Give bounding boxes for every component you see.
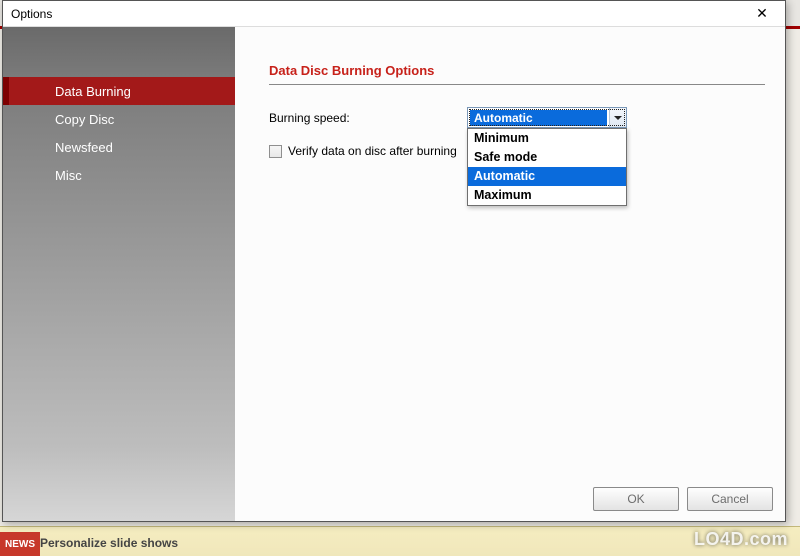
dropdown-item-minimum[interactable]: Minimum bbox=[468, 129, 626, 148]
verify-checkbox[interactable] bbox=[269, 145, 282, 158]
titlebar[interactable]: Options ✕ bbox=[3, 1, 785, 27]
window-body: Data Burning Copy Disc Newsfeed Misc Dat… bbox=[3, 27, 785, 521]
sidebar-item-misc[interactable]: Misc bbox=[3, 161, 235, 189]
sidebar-item-label: Data Burning bbox=[55, 84, 131, 99]
sidebar-item-label: Copy Disc bbox=[55, 112, 114, 127]
combo-dropdown-button[interactable] bbox=[609, 108, 626, 127]
window-title: Options bbox=[11, 7, 745, 21]
chevron-down-icon bbox=[614, 116, 622, 120]
screenshot-root: NEWS Personalize slide shows Options ✕ D… bbox=[0, 0, 800, 556]
dropdown-item-maximum[interactable]: Maximum bbox=[468, 186, 626, 205]
background-news-tag: NEWS bbox=[0, 532, 40, 556]
sidebar-item-data-burning[interactable]: Data Burning bbox=[3, 77, 235, 105]
dropdown-item-safe-mode[interactable]: Safe mode bbox=[468, 148, 626, 167]
burning-speed-row: Burning speed: Automatic Minimum Safe mo… bbox=[269, 107, 765, 128]
sidebar-item-copy-disc[interactable]: Copy Disc bbox=[3, 105, 235, 133]
dropdown-item-automatic[interactable]: Automatic bbox=[468, 167, 626, 186]
section-divider bbox=[269, 84, 765, 85]
close-icon: ✕ bbox=[756, 5, 768, 22]
content-panel: Data Disc Burning Options Burning speed:… bbox=[235, 27, 785, 521]
section-title: Data Disc Burning Options bbox=[269, 63, 765, 78]
button-bar: OK Cancel bbox=[593, 487, 773, 511]
sidebar-item-newsfeed[interactable]: Newsfeed bbox=[3, 133, 235, 161]
burning-speed-label: Burning speed: bbox=[269, 111, 467, 125]
close-button[interactable]: ✕ bbox=[745, 4, 779, 24]
ok-button[interactable]: OK bbox=[593, 487, 679, 511]
options-window: Options ✕ Data Burning Copy Disc Newsfee… bbox=[2, 0, 786, 522]
burning-speed-dropdown: Minimum Safe mode Automatic Maximum bbox=[467, 128, 627, 206]
sidebar-item-label: Newsfeed bbox=[55, 140, 113, 155]
burning-speed-combobox[interactable]: Automatic bbox=[467, 107, 627, 128]
burning-speed-combo-wrap: Automatic Minimum Safe mode Automatic Ma… bbox=[467, 107, 627, 128]
sidebar-item-label: Misc bbox=[55, 168, 82, 183]
cancel-button[interactable]: Cancel bbox=[687, 487, 773, 511]
burning-speed-selected-value: Automatic bbox=[470, 110, 607, 126]
background-footer-text: Personalize slide shows bbox=[40, 536, 178, 550]
verify-label: Verify data on disc after burning bbox=[288, 144, 457, 158]
sidebar: Data Burning Copy Disc Newsfeed Misc bbox=[3, 27, 235, 521]
